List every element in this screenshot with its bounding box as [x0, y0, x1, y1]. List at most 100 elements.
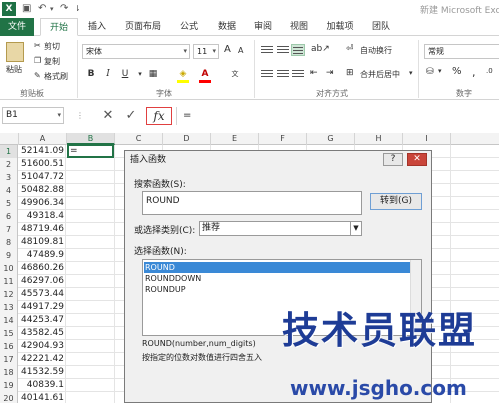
row-header[interactable]: 15 — [0, 327, 18, 340]
tab-insert[interactable]: 插入 — [84, 18, 110, 36]
align-center-icon[interactable] — [276, 68, 290, 80]
cell[interactable]: 51600.51 — [19, 158, 66, 171]
cell[interactable]: 49906.34 — [19, 197, 66, 210]
italic-button[interactable]: I — [101, 67, 115, 81]
help-button[interactable]: ? — [383, 153, 403, 166]
merge-center-button[interactable]: 合并后居中 — [360, 69, 400, 80]
cancel-icon[interactable]: ✕ — [100, 108, 116, 124]
search-function-input[interactable]: ROUND — [142, 191, 362, 215]
underline-dropdown-icon[interactable]: ▾ — [133, 67, 147, 81]
cell[interactable]: 52141.09 — [19, 145, 66, 158]
number-format-combo[interactable]: 常规 — [424, 44, 499, 59]
active-cell[interactable]: = — [67, 144, 114, 158]
percent-button[interactable]: % — [452, 66, 462, 77]
align-middle-icon[interactable] — [276, 44, 290, 56]
cell[interactable]: 42221.42 — [19, 353, 66, 366]
tab-addins[interactable]: 加载项 — [322, 18, 358, 36]
close-button[interactable]: ✕ — [407, 153, 427, 166]
row-header[interactable]: 19 — [0, 379, 18, 392]
grow-font-button[interactable]: A — [224, 44, 231, 55]
column-header[interactable]: D — [163, 133, 211, 145]
bold-button[interactable]: B — [84, 67, 98, 81]
redo-icon[interactable]: ↷ — [60, 2, 68, 16]
row-header[interactable]: 18 — [0, 366, 18, 379]
tab-data[interactable]: 数据 — [214, 18, 240, 36]
tab-review[interactable]: 审阅 — [250, 18, 276, 36]
column-header[interactable]: C — [115, 133, 163, 145]
go-button[interactable]: 转到(G) — [370, 193, 422, 210]
undo-icon[interactable]: ↶ — [38, 2, 46, 16]
row-header[interactable]: 17 — [0, 353, 18, 366]
copy-icon[interactable]: ❐ — [34, 56, 41, 65]
row-header[interactable]: 13 — [0, 301, 18, 314]
align-left-icon[interactable] — [260, 68, 274, 80]
shrink-font-button[interactable]: A — [238, 46, 243, 55]
align-bottom-icon[interactable] — [291, 44, 305, 56]
row-header[interactable]: 3 — [0, 171, 18, 184]
wrap-text-icon[interactable]: ⏎ — [346, 44, 354, 54]
list-item[interactable]: ROUND — [144, 262, 410, 273]
row-header[interactable]: 16 — [0, 340, 18, 353]
row-header[interactable]: 5 — [0, 197, 18, 210]
underline-button[interactable]: U — [118, 67, 132, 81]
row-header[interactable]: 20 — [0, 392, 18, 403]
cell[interactable]: 41532.59 — [19, 366, 66, 379]
select-all-corner[interactable] — [0, 133, 19, 145]
formula-input[interactable]: = — [176, 107, 499, 125]
currency-icon[interactable]: ⛁ — [426, 67, 434, 77]
cell[interactable]: 40141.61 — [19, 392, 66, 403]
phonetic-icon[interactable]: 文 — [228, 67, 242, 81]
font-name-combo[interactable]: 宋体 ▾ — [82, 44, 190, 59]
currency-dropdown-icon[interactable]: ▾ — [438, 67, 442, 75]
column-header[interactable]: G — [307, 133, 355, 145]
undo-dropdown-icon[interactable]: ▾ — [50, 2, 54, 16]
row-header[interactable]: 12 — [0, 288, 18, 301]
customize-toolbar-icon[interactable]: ⇂ — [74, 2, 81, 16]
row-header[interactable]: 8 — [0, 236, 18, 249]
border-icon[interactable]: ▦ — [146, 67, 160, 81]
cell[interactable]: 43582.45 — [19, 327, 66, 340]
column-header[interactable]: I — [403, 133, 451, 145]
row-header[interactable]: 11 — [0, 275, 18, 288]
cell[interactable]: 48109.81 — [19, 236, 66, 249]
cell[interactable]: 47489.9 — [19, 249, 66, 262]
cell[interactable]: 44917.29 — [19, 301, 66, 314]
enter-icon[interactable]: ✓ — [123, 108, 139, 124]
wrap-text-button[interactable]: 自动换行 — [360, 45, 392, 56]
tab-file[interactable]: 文件 — [0, 18, 34, 36]
tab-formulas[interactable]: 公式 — [176, 18, 202, 36]
cell[interactable]: 45573.44 — [19, 288, 66, 301]
column-header[interactable]: E — [211, 133, 259, 145]
row-header[interactable]: 2 — [0, 158, 18, 171]
cell[interactable]: 51047.72 — [19, 171, 66, 184]
tab-page-layout[interactable]: 页面布局 — [120, 18, 166, 36]
decimal-icon[interactable]: .0 — [486, 67, 493, 75]
column-header[interactable]: A — [19, 133, 67, 145]
cut-icon[interactable]: ✂ — [34, 41, 41, 50]
list-item[interactable]: ROUNDUP — [144, 284, 410, 295]
save-icon[interactable]: ▣ — [22, 2, 31, 16]
row-header[interactable]: 6 — [0, 210, 18, 223]
orientation-icon[interactable]: ab↗ — [311, 44, 330, 54]
row-header[interactable]: 14 — [0, 314, 18, 327]
column-header[interactable]: H — [355, 133, 403, 145]
column-header[interactable] — [451, 133, 499, 145]
indent-increase-icon[interactable]: ⇥ — [326, 68, 334, 78]
align-right-icon[interactable] — [291, 68, 305, 80]
indent-decrease-icon[interactable]: ⇤ — [310, 68, 318, 78]
list-item[interactable]: ROUNDDOWN — [144, 273, 410, 284]
row-header[interactable]: 7 — [0, 223, 18, 236]
format-painter-button[interactable]: 格式刷 — [44, 71, 68, 82]
insert-function-button[interactable]: fx — [146, 107, 172, 125]
row-header[interactable]: 1 — [0, 145, 18, 158]
cell[interactable]: 46860.26 — [19, 262, 66, 275]
column-header[interactable]: F — [259, 133, 307, 145]
align-top-icon[interactable] — [260, 44, 274, 56]
cell[interactable]: 40839.1 — [19, 379, 66, 392]
tab-view[interactable]: 视图 — [286, 18, 312, 36]
copy-button[interactable]: 复制 — [44, 56, 60, 67]
row-header[interactable]: 4 — [0, 184, 18, 197]
font-color-icon[interactable]: A — [198, 67, 212, 81]
fill-color-icon[interactable]: ◈ — [176, 67, 190, 81]
cell[interactable]: 50482.88 — [19, 184, 66, 197]
